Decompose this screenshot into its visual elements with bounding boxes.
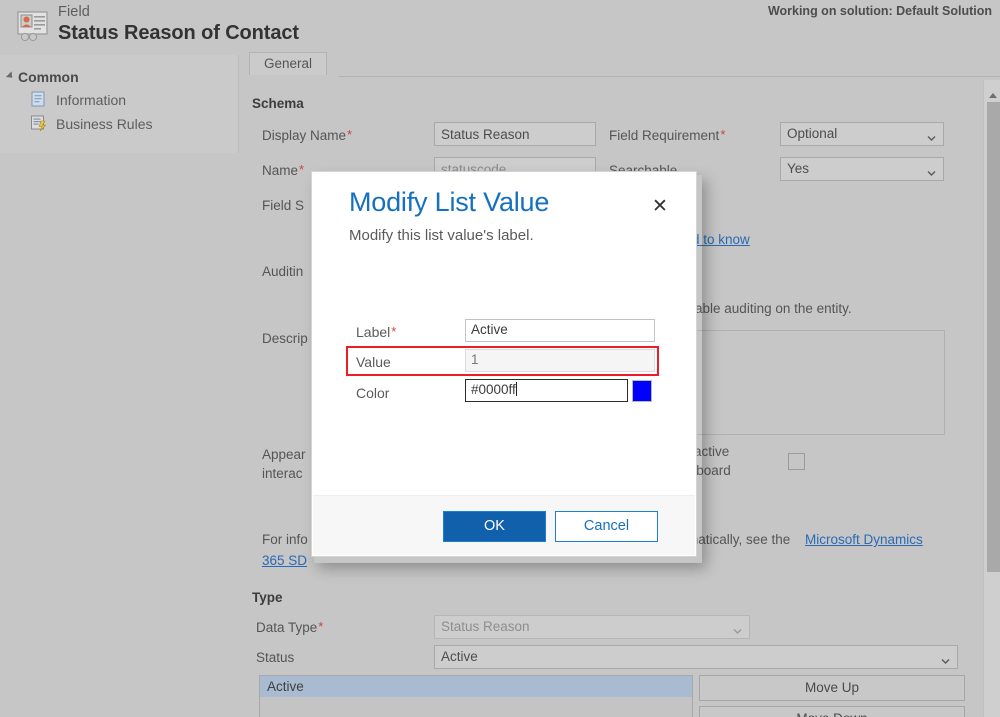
sidebar-item-business-rules[interactable]: Business Rules	[30, 115, 153, 132]
display-name-input[interactable]: Status Reason	[434, 122, 596, 146]
microsoft-dynamics-link[interactable]: Microsoft Dynamics	[805, 532, 923, 547]
auditing-help-text: enable auditing on the entity.	[680, 301, 852, 316]
information-page-icon	[30, 91, 48, 108]
label-field-label: Label*	[356, 324, 396, 340]
list-item[interactable]: Active	[260, 676, 692, 697]
schema-heading: Schema	[252, 96, 304, 111]
chevron-down-icon	[927, 130, 936, 139]
close-icon[interactable]: ✕	[650, 197, 670, 217]
value-field-highlight	[346, 346, 659, 376]
solution-indicator: Working on solution: Default Solution	[768, 4, 992, 18]
status-select[interactable]: Active	[434, 645, 958, 669]
description-textarea[interactable]	[680, 330, 945, 435]
page-header: Field Status Reason of Contact Working o…	[0, 0, 1000, 55]
dialog-subtitle: Modify this list value's label.	[349, 227, 534, 244]
data-type-select[interactable]: Status Reason	[434, 615, 750, 639]
required-asterisk: *	[318, 619, 323, 634]
display-name-label: Display Name*	[262, 128, 352, 143]
required-asterisk: *	[391, 324, 396, 339]
sidebar-group-label: Common	[18, 69, 79, 85]
option-list[interactable]: Active	[259, 675, 693, 717]
sdk-text-left: For info	[262, 532, 308, 547]
need-to-know-link[interactable]: d to know	[692, 232, 750, 247]
status-value: Active	[441, 649, 478, 664]
required-asterisk: *	[299, 162, 304, 177]
searchable-value: Yes	[787, 161, 809, 176]
field-security-label: Field S	[262, 198, 304, 213]
field-requirement-label: Field Requirement*	[609, 128, 725, 143]
sidebar-group-common[interactable]: Common	[8, 69, 79, 85]
move-down-button[interactable]: Move Down	[699, 706, 965, 717]
page-title: Status Reason of Contact	[58, 22, 299, 45]
vertical-scrollbar[interactable]	[983, 80, 1000, 717]
scroll-up-arrow-icon[interactable]	[988, 86, 998, 93]
page-kicker: Field	[58, 4, 90, 20]
sidebar: Common Information	[0, 55, 239, 153]
data-type-value: Status Reason	[441, 619, 530, 634]
appearance-label-line1: Appear	[262, 447, 306, 462]
ok-button[interactable]: OK	[443, 511, 546, 542]
color-field-text: #0000ff	[471, 382, 516, 397]
tab-general[interactable]: General	[249, 52, 327, 75]
appearance-label-line2: interac	[262, 466, 303, 481]
label-field-input[interactable]: Active	[465, 319, 655, 342]
app-root: Field Status Reason of Contact Working o…	[0, 0, 1000, 717]
color-swatch[interactable]	[632, 380, 652, 402]
sidebar-item-information[interactable]: Information	[30, 91, 126, 108]
sidebar-item-label: Business Rules	[56, 116, 153, 132]
field-requirement-value: Optional	[787, 126, 837, 141]
color-field-input[interactable]: #0000ff	[465, 379, 628, 402]
sidebar-item-label: Information	[56, 92, 126, 108]
dialog-footer: OK Cancel	[313, 495, 695, 555]
data-type-label: Data Type*	[256, 620, 323, 635]
sdk-text-mid: matically, see the	[687, 532, 790, 547]
field-record-icon	[10, 8, 54, 46]
auditing-label: Auditin	[262, 264, 303, 279]
text-caret	[516, 382, 517, 396]
business-rules-icon	[30, 115, 48, 132]
chevron-down-icon	[927, 165, 936, 174]
required-asterisk: *	[720, 127, 725, 142]
field-requirement-select[interactable]: Optional	[780, 122, 944, 146]
sdk-link-second-line[interactable]: 365 SD	[262, 553, 307, 568]
modify-list-value-dialog: Modify List Value Modify this list value…	[311, 171, 697, 557]
interactive-dashboard-checkbox[interactable]	[788, 453, 805, 470]
chevron-down-icon	[733, 623, 742, 632]
required-asterisk: *	[347, 127, 352, 142]
description-label: Descrip	[262, 331, 308, 346]
searchable-select[interactable]: Yes	[780, 157, 944, 181]
tabstrip: General	[249, 52, 1000, 77]
chevron-expand-icon	[6, 71, 15, 80]
cancel-button[interactable]: Cancel	[555, 511, 658, 542]
dialog-title: Modify List Value	[349, 187, 549, 218]
name-label: Name*	[262, 163, 304, 178]
chevron-down-icon	[941, 653, 950, 662]
tabstrip-divider	[339, 76, 1000, 77]
status-label: Status	[256, 650, 294, 665]
scrollbar-thumb[interactable]	[987, 102, 1000, 572]
move-up-button[interactable]: Move Up	[699, 675, 965, 701]
type-heading: Type	[252, 590, 283, 605]
color-field-label: Color	[356, 385, 389, 401]
